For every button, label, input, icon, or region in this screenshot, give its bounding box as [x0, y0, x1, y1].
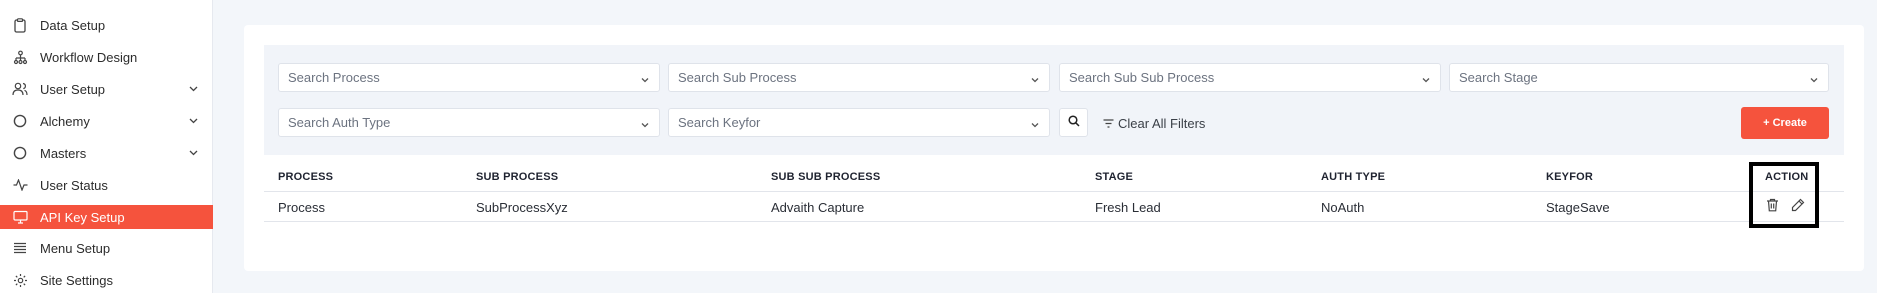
- sidebar-item-label: Data Setup: [40, 17, 106, 33]
- activity-icon: [12, 177, 28, 193]
- circle-icon: [12, 113, 28, 129]
- column-header-keyfor: KEYFOR: [1546, 171, 1594, 183]
- sidebar-item-label: Workflow Design: [40, 49, 138, 65]
- workflow-icon: [12, 49, 28, 65]
- row-divider: [264, 221, 1844, 222]
- auth-type-select[interactable]: Search Auth Type: [278, 108, 660, 137]
- action-column-highlight: [1749, 162, 1819, 228]
- search-icon: [1067, 114, 1080, 132]
- chevron-down-icon: [640, 118, 650, 128]
- process-select-placeholder: Search Process: [288, 70, 380, 85]
- sub-process-select-placeholder: Search Sub Process: [678, 70, 797, 85]
- gear-icon: [12, 272, 28, 288]
- clear-all-filters-button[interactable]: Clear All Filters: [1103, 114, 1205, 132]
- sidebar-item-label: Alchemy: [40, 113, 90, 129]
- chevron-down-icon: [1809, 73, 1819, 83]
- users-icon: [12, 81, 28, 97]
- cell-sub-sub-process: Advaith Capture: [771, 200, 865, 215]
- stage-select[interactable]: Search Stage: [1449, 63, 1829, 92]
- keyfor-select[interactable]: Search Keyfor: [668, 108, 1050, 137]
- process-select[interactable]: Search Process: [278, 63, 660, 92]
- column-header-process: PROCESS: [278, 171, 334, 183]
- sidebar-item-label: User Setup: [40, 81, 106, 97]
- auth-type-select-placeholder: Search Auth Type: [288, 115, 391, 130]
- cell-stage: Fresh Lead: [1095, 200, 1161, 215]
- sidebar-item-menu-setup[interactable]: Menu Setup: [0, 236, 213, 260]
- column-header-auth-type: AUTH TYPE: [1321, 171, 1386, 183]
- column-header-sub-sub-process: SUB SUB PROCESS: [771, 171, 881, 183]
- sidebar-item-alchemy[interactable]: Alchemy: [0, 109, 213, 133]
- chevron-down-icon: [188, 116, 198, 126]
- sidebar-item-user-status[interactable]: User Status: [0, 173, 213, 197]
- cell-process: Process: [278, 200, 325, 215]
- sidebar-item-masters[interactable]: Masters: [0, 141, 213, 165]
- sidebar-item-data-setup[interactable]: Data Setup: [0, 13, 213, 37]
- list-icon: [12, 240, 28, 256]
- sidebar-item-label: API Key Setup: [40, 209, 125, 225]
- sidebar-item-api-key-setup[interactable]: API Key Setup: [0, 205, 213, 229]
- sidebar-item-label: Masters: [40, 145, 87, 161]
- chevron-down-icon: [1421, 73, 1431, 83]
- cell-keyfor: StageSave: [1546, 200, 1610, 215]
- column-header-stage: STAGE: [1095, 171, 1134, 183]
- sub-process-select[interactable]: Search Sub Process: [668, 63, 1050, 92]
- search-button[interactable]: [1059, 108, 1088, 137]
- clear-all-filters-label: Clear All Filters: [1118, 115, 1206, 131]
- filter-panel: [264, 45, 1844, 155]
- keyfor-select-placeholder: Search Keyfor: [678, 115, 761, 130]
- chevron-down-icon: [188, 148, 198, 158]
- sidebar-item-label: Site Settings: [40, 272, 113, 288]
- chevron-down-icon: [1030, 118, 1040, 128]
- create-button[interactable]: + Create: [1741, 107, 1829, 139]
- cell-auth-type: NoAuth: [1321, 200, 1365, 215]
- chevron-down-icon: [1030, 73, 1040, 83]
- sidebar-item-workflow-design[interactable]: Workflow Design: [0, 45, 213, 69]
- sidebar-item-user-setup[interactable]: User Setup: [0, 77, 213, 101]
- chevron-down-icon: [640, 73, 650, 83]
- sidebar-item-label: Menu Setup: [40, 240, 111, 256]
- chevron-down-icon: [188, 84, 198, 94]
- monitor-icon: [12, 209, 28, 225]
- sidebar-item-label: User Status: [40, 177, 108, 193]
- clipboard-icon: [12, 17, 28, 33]
- sub-sub-process-select-placeholder: Search Sub Sub Process: [1069, 70, 1215, 85]
- cell-sub-process: SubProcessXyz: [476, 200, 568, 215]
- filter-icon: [1103, 118, 1114, 128]
- sub-sub-process-select[interactable]: Search Sub Sub Process: [1059, 63, 1441, 92]
- sidebar-item-site-settings[interactable]: Site Settings: [0, 268, 213, 292]
- header-divider: [264, 191, 1844, 192]
- stage-select-placeholder: Search Stage: [1459, 70, 1538, 85]
- circle-icon: [12, 145, 28, 161]
- column-header-sub-process: SUB PROCESS: [476, 171, 559, 183]
- sidebar: Data Setup Workflow Design User Setup Al…: [0, 0, 213, 293]
